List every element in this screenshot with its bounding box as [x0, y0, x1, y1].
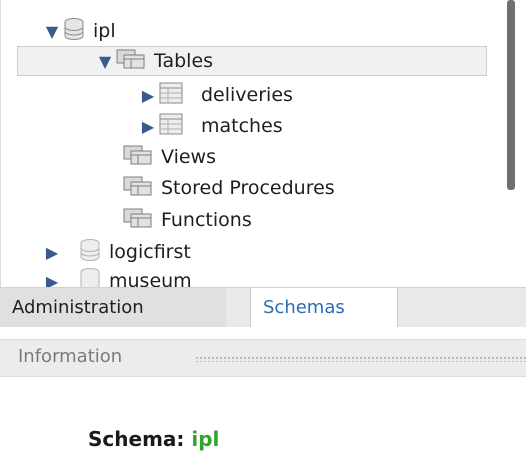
tree-item-label: ipl — [93, 20, 116, 42]
expand-arrow-icon[interactable]: ▶ — [41, 272, 63, 288]
tree-item-ipl[interactable]: ▼ ipl — [41, 16, 116, 46]
schema-label: Schema: — [88, 427, 185, 451]
tree-item-label: logicfirst — [109, 241, 191, 263]
tree-item-logicfirst[interactable]: ▶ logicfirst — [41, 237, 191, 267]
tree-item-label: Tables — [154, 50, 214, 72]
tree-item-label: matches — [201, 115, 283, 137]
tree-item-matches[interactable]: ▶ matches — [137, 111, 283, 141]
navigator-tabs: Administration Schemas — [0, 287, 526, 328]
folder-icon — [123, 144, 153, 170]
table-icon — [159, 82, 183, 108]
tree-item-deliveries[interactable]: ▶ deliveries — [137, 80, 293, 110]
database-icon — [79, 267, 101, 287]
tree-item-functions[interactable]: Functions — [123, 205, 252, 235]
schema-value: ipl — [191, 427, 220, 451]
tree-scrollbar[interactable] — [507, 0, 515, 190]
expand-arrow-icon[interactable]: ▼ — [94, 52, 116, 71]
tree-item-views[interactable]: Views — [123, 142, 216, 172]
tree-item-label: Stored Procedures — [161, 177, 335, 199]
schema-info: Schema: ipl — [88, 427, 219, 451]
expand-arrow-icon[interactable]: ▶ — [137, 86, 159, 105]
database-icon — [63, 17, 85, 45]
folder-icon — [116, 48, 146, 74]
workbench-navigator: ▼ ipl ▼ Tables ▶ deliveries ▶ matches Vi… — [0, 0, 526, 465]
tab-label: Administration — [12, 297, 144, 318]
database-icon — [79, 238, 101, 266]
tab-label: Schemas — [263, 297, 345, 318]
tree-item-tables[interactable]: ▼ Tables — [17, 46, 487, 76]
expand-arrow-icon[interactable]: ▼ — [41, 22, 63, 41]
header-grip — [195, 356, 526, 362]
tree-item-label: Views — [161, 146, 216, 168]
folder-icon — [123, 207, 153, 233]
tree-item-stored-procedures[interactable]: Stored Procedures — [123, 173, 335, 203]
folder-icon — [123, 175, 153, 201]
tree-item-label: Functions — [161, 209, 252, 231]
tree-item-label: deliveries — [201, 84, 293, 106]
information-title: Information — [18, 346, 129, 367]
schema-tree: ▼ ipl ▼ Tables ▶ deliveries ▶ matches Vi… — [0, 0, 526, 287]
tree-item-museum[interactable]: ▶ museum — [41, 266, 192, 287]
tab-administration[interactable]: Administration — [0, 288, 226, 328]
tree-item-label: museum — [109, 270, 192, 287]
tab-schemas[interactable]: Schemas — [250, 288, 398, 328]
information-header[interactable]: Information — [0, 339, 526, 377]
information-panel: Information Schema: ipl — [0, 327, 526, 465]
expand-arrow-icon[interactable]: ▶ — [41, 243, 63, 262]
table-icon — [159, 113, 183, 139]
expand-arrow-icon[interactable]: ▶ — [137, 117, 159, 136]
